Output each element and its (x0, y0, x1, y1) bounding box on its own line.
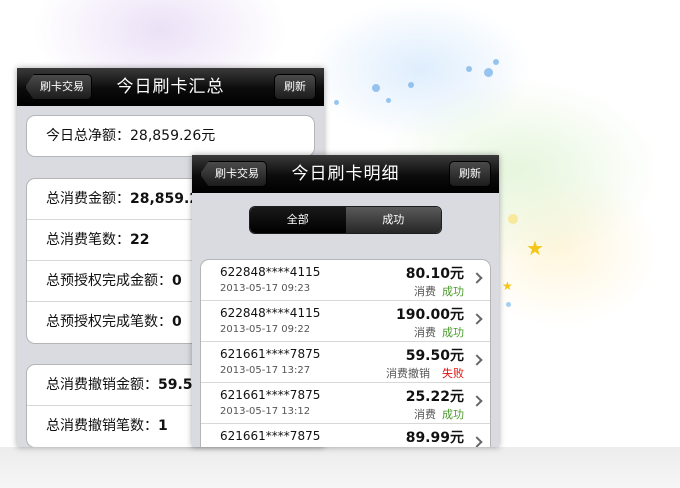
chevron-right-icon (471, 436, 483, 447)
refresh-button[interactable]: 刷新 (449, 161, 491, 187)
decor-dot (386, 98, 391, 103)
row-value: 22 (130, 232, 150, 248)
refresh-button[interactable]: 刷新 (274, 74, 316, 100)
status-badge: 成功 (442, 408, 464, 421)
row-value: 1 (158, 418, 168, 434)
transaction-amount: 80.10元 (405, 266, 464, 282)
row-value: 0 (172, 314, 182, 330)
row-label: 总预授权完成笔数： (46, 314, 172, 330)
segment-all[interactable]: 全部 (250, 207, 346, 233)
card-number: 622848****4115 (220, 306, 321, 320)
transaction-time: 2013-05-17 09:22 (220, 324, 311, 335)
transaction-time: 2013-05-17 09:23 (220, 283, 311, 294)
decor-dot (484, 68, 493, 77)
star-icon: ★ (526, 236, 544, 260)
transaction-type: 消费 (414, 326, 436, 339)
summary-navbar: 刷卡交易 今日刷卡汇总 刷新 (17, 68, 324, 106)
segment-success[interactable]: 成功 (345, 207, 441, 233)
detail-navbar: 刷卡交易 今日刷卡明细 刷新 (192, 155, 499, 193)
row-label: 总消费金额： (46, 191, 130, 207)
transaction-amount: 89.99元 (405, 430, 464, 446)
decor-dot (372, 84, 380, 92)
transaction-amount: 59.50元 (405, 348, 464, 364)
chevron-right-icon (471, 354, 483, 366)
row-value: 0 (172, 273, 182, 289)
transaction-time: 2013-05-17 13:12 (220, 406, 311, 417)
card-number: 622848****4115 (220, 265, 321, 279)
row-label: 总消费撤销金额： (46, 377, 158, 393)
list-item[interactable]: 621661****7875 2013-05-17 13:27 59.50元 消… (201, 342, 490, 383)
card-number: 621661****7875 (220, 347, 321, 361)
status-badge: 成功 (442, 285, 464, 298)
chevron-right-icon (471, 313, 483, 325)
list-item[interactable]: 621661****7875 2013-05-17 13:12 25.22元 消… (201, 383, 490, 424)
decor-dot (493, 59, 499, 65)
detail-screen: 刷卡交易 今日刷卡明细 刷新 全部 成功 622848****4115 2013… (192, 155, 499, 447)
transaction-list: 622848****4115 2013-05-17 09:23 80.10元 消… (200, 259, 491, 447)
star-icon: ★ (502, 279, 513, 293)
row-value: 28,859.2 (130, 191, 200, 207)
row-value: 59.5 (158, 377, 193, 393)
row-label: 总预授权完成金额： (46, 273, 172, 289)
chevron-right-icon (471, 272, 483, 284)
decor-dot (506, 302, 511, 307)
filter-segmented-control: 全部 成功 (249, 206, 442, 234)
transaction-amount: 190.00元 (395, 307, 464, 323)
decor-dot (408, 82, 414, 88)
net-amount-group: 今日总净额：28,859.26元 (26, 115, 315, 157)
row-label: 总消费笔数： (46, 232, 130, 248)
list-item[interactable]: 622848****4115 2013-05-17 09:22 190.00元 … (201, 301, 490, 342)
decor-dot (334, 100, 339, 105)
transaction-type: 消费 (414, 408, 436, 421)
list-item[interactable]: 622848****4115 2013-05-17 09:23 80.10元 消… (201, 260, 490, 301)
net-amount-row: 今日总净额：28,859.26元 (46, 128, 216, 144)
status-badge: 成功 (442, 326, 464, 339)
card-number: 621661****7875 (220, 388, 321, 402)
card-number: 621661****7875 (220, 429, 321, 443)
row-label: 总消费撤销笔数： (46, 418, 158, 434)
transaction-amount: 25.22元 (405, 389, 464, 405)
floor-reflection (0, 447, 680, 488)
status-badge: 失败 (442, 367, 464, 380)
list-item[interactable]: 621661****7875 89.99元 (201, 424, 490, 447)
transaction-type: 消费 (414, 285, 436, 298)
transaction-time: 2013-05-17 13:27 (220, 365, 311, 376)
chevron-right-icon (471, 395, 483, 407)
transaction-type: 消费撤销 (386, 367, 430, 380)
decor-dot (508, 214, 518, 224)
decor-dot (466, 66, 472, 72)
